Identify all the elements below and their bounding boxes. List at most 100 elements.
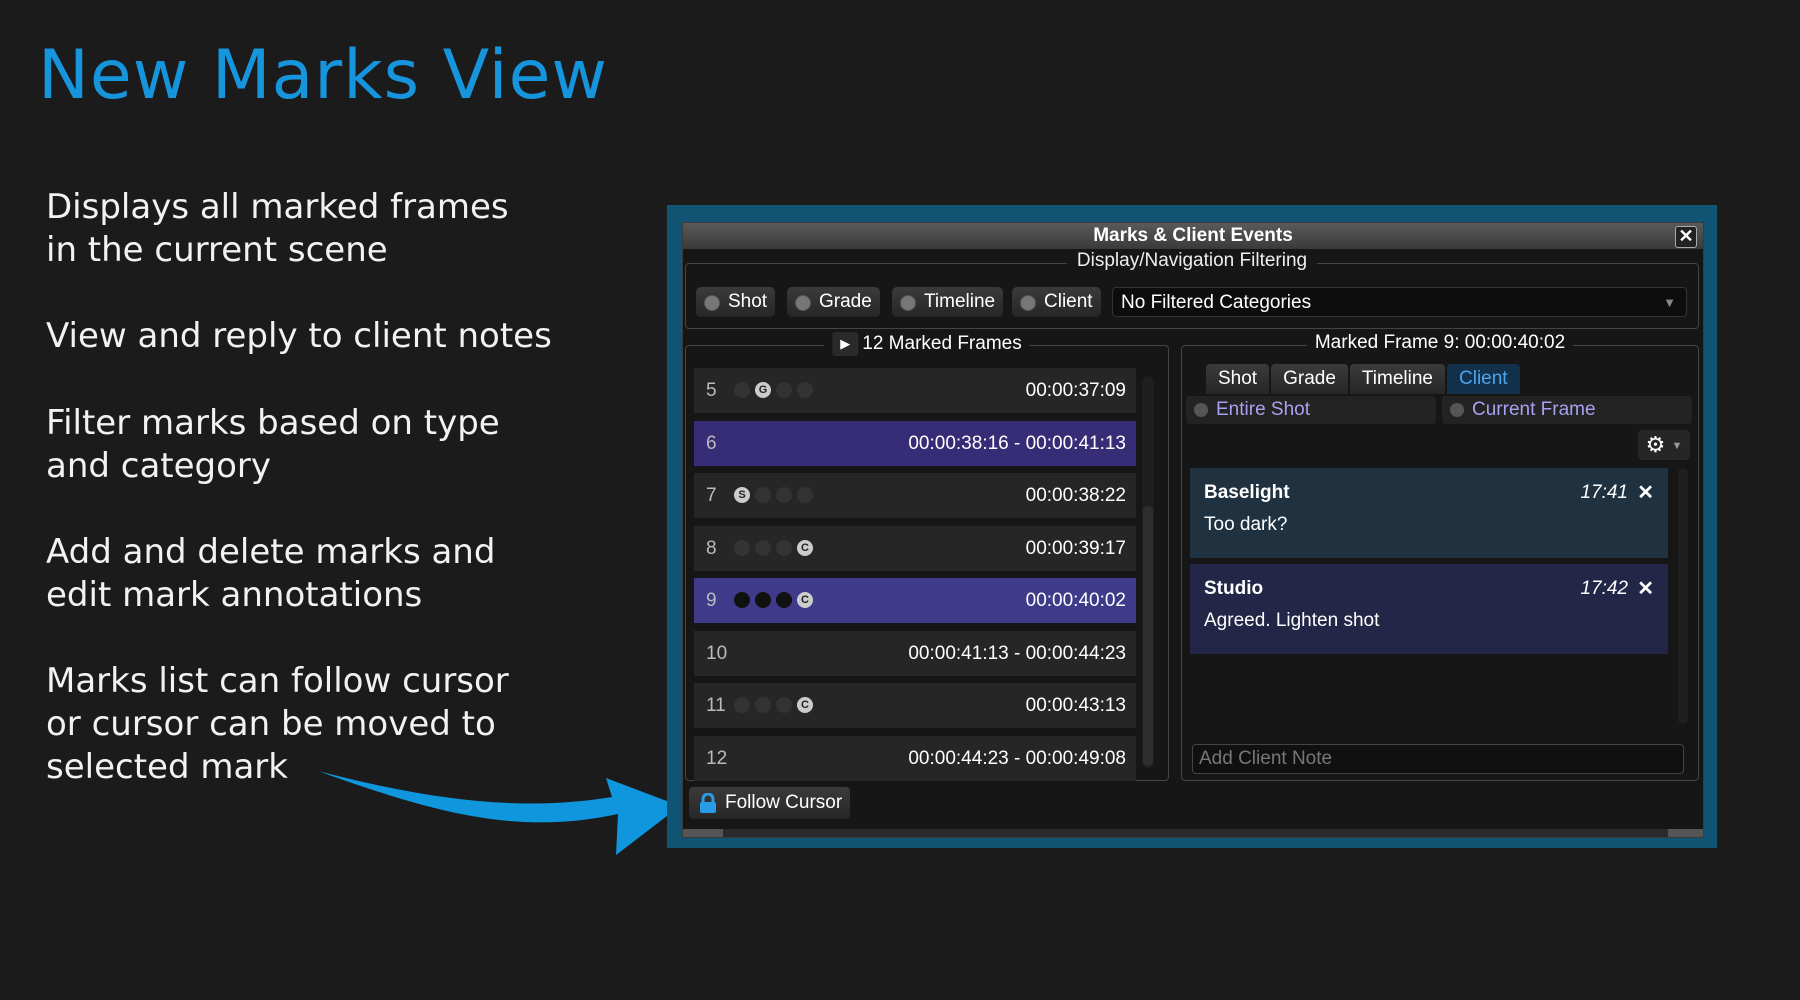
mark-timecode: 00:00:40:02 (1025, 590, 1126, 611)
mark-indicator-icon: C (797, 697, 813, 713)
mark-indicator-icon (755, 487, 771, 503)
mark-detail-header: Marked Frame 9: 00:00:40:02 (1306, 332, 1574, 354)
mark-number: 12 (706, 747, 728, 769)
filter-group-label: Display/Navigation Filtering (1066, 250, 1318, 272)
mark-number: 5 (706, 380, 717, 401)
client-note[interactable]: Baselight 17:41 ✕ Too dark? (1190, 468, 1668, 558)
notes-scrollbar[interactable] (1678, 468, 1688, 724)
filter-grade-button[interactable]: Grade (787, 287, 880, 317)
client-note[interactable]: Studio 17:42 ✕ Agreed. Lighten shot (1190, 564, 1668, 654)
mark-number: 11 (706, 695, 726, 716)
table-row[interactable]: 8 C 00:00:39:17 (694, 525, 1136, 571)
mark-number: 6 (706, 432, 717, 454)
mark-number: 8 (706, 537, 717, 559)
dropdown-value: No Filtered Categories (1121, 292, 1312, 313)
marks-list: 5 G 00:00:37:09 6 00:00:38:16 - 00:00:41:13 7… (694, 368, 1136, 788)
chevron-down-icon: ▼ (1663, 295, 1676, 310)
note-time: 17:42 (1580, 578, 1628, 599)
toggle-indicator-icon (795, 295, 811, 311)
mark-timecode: 00:00:38:22 (1025, 485, 1126, 506)
mark-type-indicators: G (734, 382, 818, 404)
table-row[interactable]: 10 00:00:41:13 - 00:00:44:23 (694, 630, 1136, 676)
filter-timeline-button[interactable]: Timeline (892, 287, 1004, 317)
toggle-indicator-icon (704, 295, 720, 311)
filter-shot-label: Shot (728, 291, 768, 312)
scope-entire-shot[interactable]: Entire Shot (1186, 396, 1436, 424)
close-icon[interactable]: ✕ (1675, 226, 1697, 248)
table-row[interactable]: 12 00:00:44:23 - 00:00:49:08 (694, 735, 1136, 781)
tab-shot[interactable]: Shot (1206, 364, 1270, 394)
delete-note-icon[interactable]: ✕ (1637, 576, 1654, 601)
tab-grade[interactable]: Grade (1271, 364, 1348, 394)
mark-indicator-icon (776, 487, 792, 503)
scrollbar-thumb[interactable] (1143, 506, 1153, 766)
filter-group: Display/Navigation Filtering Shot Grade … (685, 250, 1699, 329)
window-titlebar[interactable]: Marks & Client Events ✕ (683, 223, 1703, 249)
gear-icon: ⚙ (1645, 432, 1666, 457)
tab-timeline[interactable]: Timeline (1349, 364, 1445, 394)
marks-list-header: ▶ 12 Marked Frames (824, 332, 1030, 356)
mark-indicator-icon (755, 697, 771, 713)
mark-indicator-icon (734, 697, 750, 713)
mark-indicator-icon (776, 539, 792, 556)
filter-client-label: Client (1044, 291, 1093, 312)
scope-current-label: Current Frame (1472, 399, 1596, 420)
table-row[interactable]: 11 C 00:00:43:13 (694, 683, 1136, 728)
marks-list-panel: ▶ 12 Marked Frames 5 G 00:00:37:09 6 00:00:38… (685, 332, 1169, 781)
follow-cursor-label: Follow Cursor (725, 792, 843, 813)
toggle-indicator-icon (1020, 295, 1036, 311)
mark-indicator-icon (797, 382, 813, 398)
mark-type-indicators: S (734, 487, 818, 509)
mark-number: 9 (706, 590, 717, 611)
note-text: Too dark? (1204, 514, 1288, 535)
follow-cursor-button[interactable]: Follow Cursor (689, 787, 851, 819)
mark-timecode: 00:00:39:17 (1025, 537, 1126, 559)
filter-shot-button[interactable]: Shot (696, 287, 776, 317)
marks-window: Marks & Client Events ✕ Display/Navigati… (682, 222, 1704, 838)
mark-indicator-icon (755, 592, 771, 608)
mark-indicator-icon: S (734, 487, 750, 503)
table-row[interactable]: 9 C 00:00:40:02 (694, 578, 1136, 623)
delete-note-icon[interactable]: ✕ (1637, 480, 1654, 505)
tab-client[interactable]: Client (1447, 364, 1520, 394)
mark-indicator-icon (755, 539, 771, 556)
filter-client-button[interactable]: Client (1012, 287, 1101, 317)
mark-indicator-icon (734, 592, 750, 608)
play-icon[interactable]: ▶ (832, 332, 859, 356)
list-scrollbar[interactable] (1142, 376, 1154, 768)
mark-timecode: 00:00:44:23 - 00:00:49:08 (908, 747, 1126, 769)
mark-type-indicators: C (734, 592, 818, 614)
scrollbar-thumb[interactable] (723, 829, 1668, 837)
mark-timecode: 00:00:38:16 - 00:00:41:13 (908, 432, 1126, 454)
mark-indicator-icon: C (797, 592, 813, 608)
marked-frames-count: 12 Marked Frames (862, 333, 1022, 355)
scope-entire-label: Entire Shot (1216, 399, 1310, 420)
mark-timecode: 00:00:41:13 - 00:00:44:23 (908, 642, 1126, 664)
toggle-indicator-icon (900, 295, 916, 311)
mark-indicator-icon (734, 382, 750, 398)
table-row[interactable]: 5 G 00:00:37:09 (694, 368, 1136, 413)
window-hscrollbar[interactable] (683, 829, 1703, 837)
mark-number: 10 (706, 642, 728, 664)
note-text: Agreed. Lighten shot (1204, 610, 1380, 631)
filter-grade-label: Grade (819, 291, 872, 312)
scope-current-frame[interactable]: Current Frame (1442, 396, 1692, 424)
mark-indicator-icon (734, 539, 750, 556)
category-filter-dropdown[interactable]: No Filtered Categories ▼ (1112, 287, 1687, 317)
mark-detail-panel: Marked Frame 9: 00:00:40:02 Shot Grade Tim… (1181, 332, 1699, 781)
mark-timecode: 00:00:43:13 (1025, 695, 1126, 716)
mark-indicator-icon: C (797, 539, 813, 556)
mark-indicator-icon (776, 382, 792, 398)
add-client-note-input[interactable] (1192, 744, 1684, 774)
note-time: 17:41 (1580, 482, 1628, 503)
table-row[interactable]: 6 00:00:38:16 - 00:00:41:13 (694, 420, 1136, 466)
mark-number: 7 (706, 485, 717, 506)
chevron-down-icon: ▼ (1671, 440, 1683, 453)
window-title: Marks & Client Events (1093, 225, 1293, 246)
settings-menu-button[interactable]: ⚙ ▼ (1638, 430, 1690, 460)
table-row[interactable]: 7 S 00:00:38:22 (694, 473, 1136, 518)
mark-indicator-icon (797, 487, 813, 503)
mark-timecode: 00:00:37:09 (1025, 380, 1126, 401)
radio-icon (1450, 403, 1464, 417)
mark-type-indicators: C (734, 697, 818, 719)
